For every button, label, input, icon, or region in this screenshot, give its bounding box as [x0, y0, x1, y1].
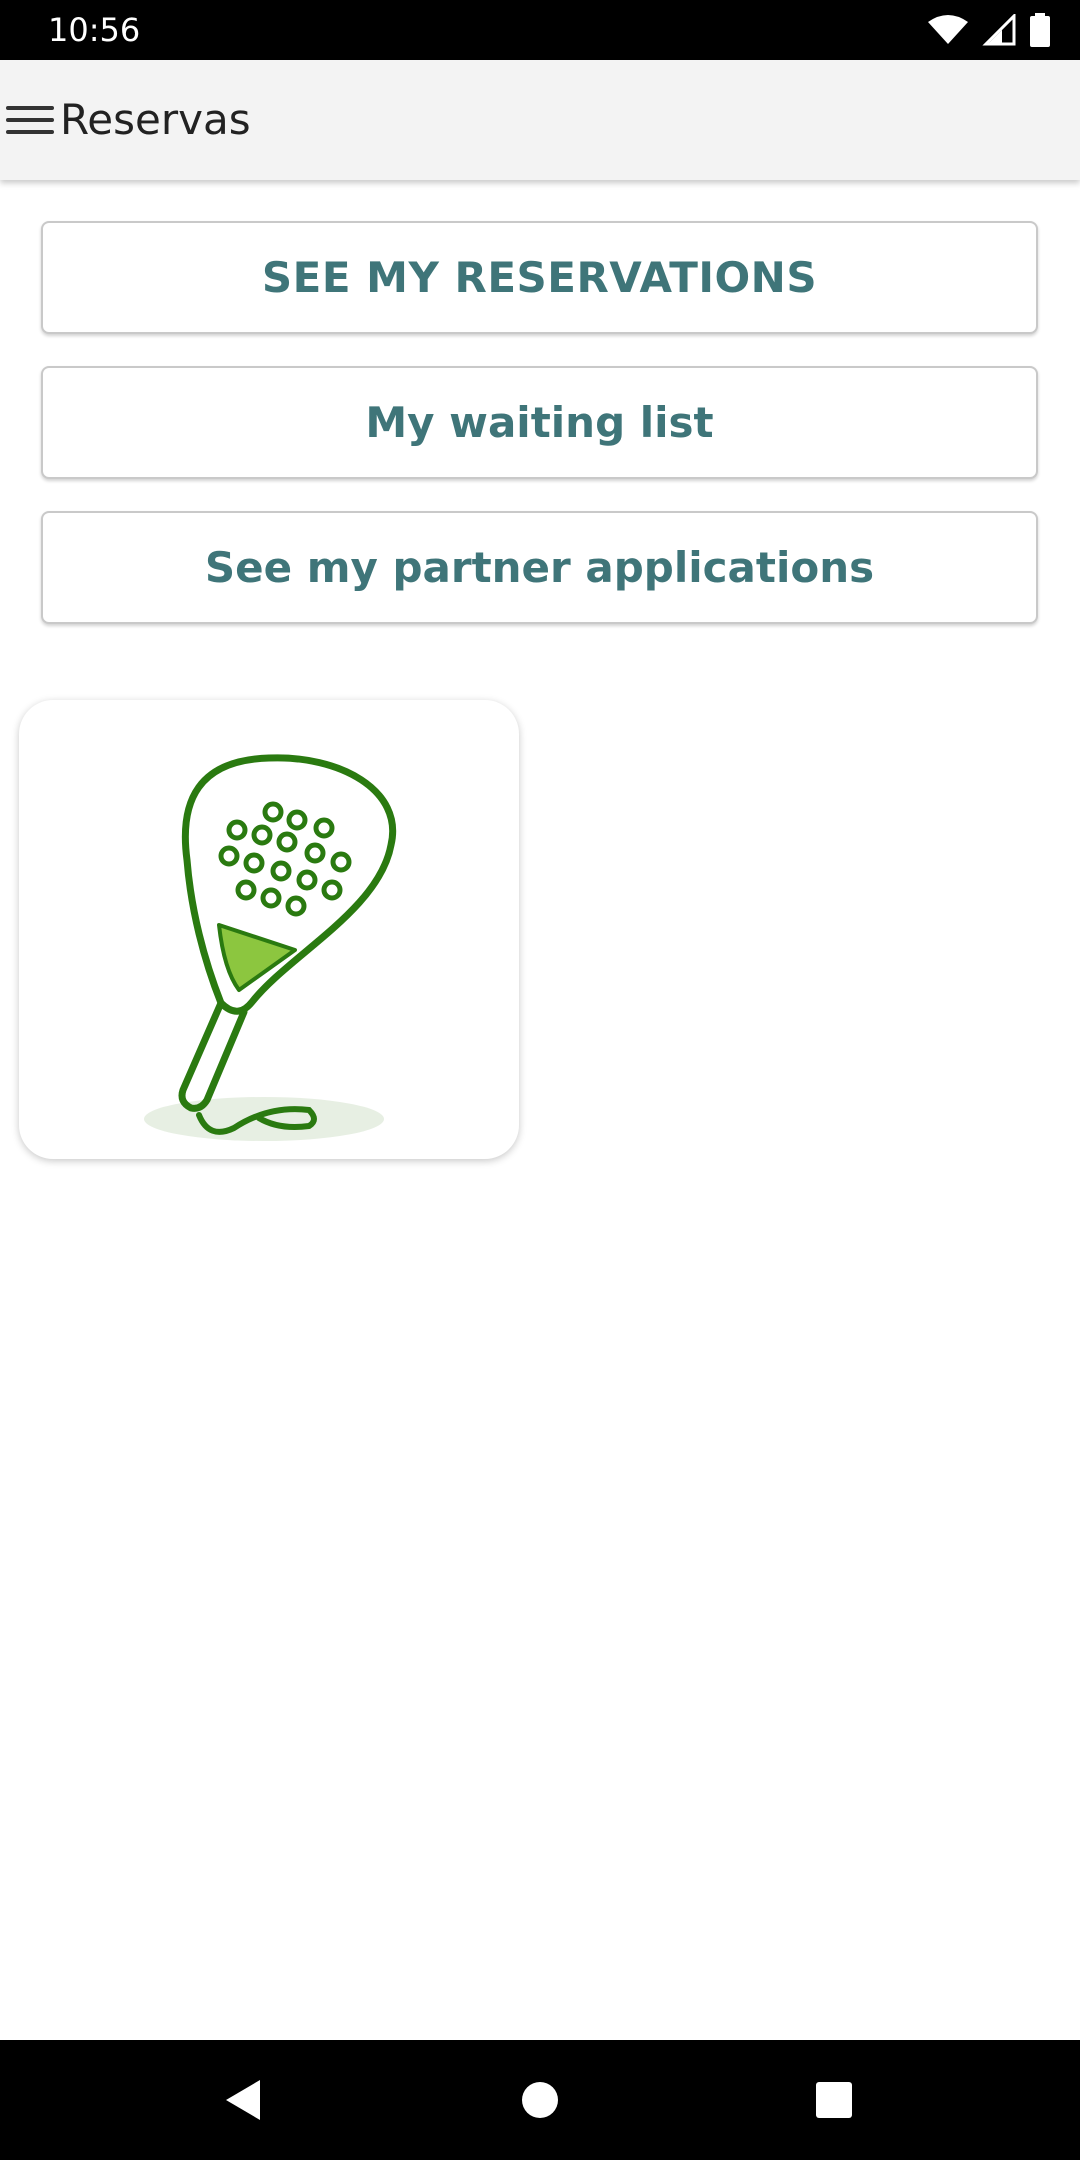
- wifi-icon: [928, 15, 968, 44]
- app-bar: Reservas: [0, 60, 1080, 180]
- see-partner-applications-button[interactable]: See my partner applications: [41, 511, 1038, 624]
- cellular-signal-icon: [982, 14, 1016, 46]
- battery-icon: [1030, 13, 1050, 47]
- hamburger-menu-icon[interactable]: [6, 100, 54, 140]
- padel-racket-icon: [144, 754, 397, 1141]
- status-icons: [928, 12, 1050, 48]
- system-navigation-bar: [0, 2040, 1080, 2160]
- my-waiting-list-button[interactable]: My waiting list: [41, 366, 1038, 479]
- home-icon[interactable]: [520, 2080, 560, 2120]
- page-title: Reservas: [60, 95, 251, 144]
- recents-icon[interactable]: [815, 2081, 853, 2119]
- see-my-reservations-button[interactable]: SEE MY RESERVATIONS: [41, 221, 1038, 334]
- status-time: 10:56: [48, 11, 141, 49]
- back-icon[interactable]: [222, 2078, 262, 2122]
- sport-tile-padel[interactable]: [19, 700, 519, 1159]
- status-bar: 10:56: [0, 0, 1080, 60]
